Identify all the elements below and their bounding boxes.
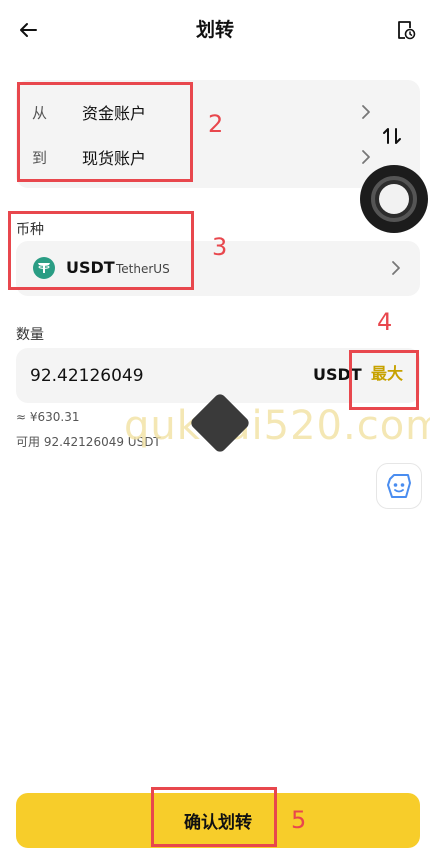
coin-symbol: USDT xyxy=(66,258,115,277)
ai-assistant-button[interactable] xyxy=(376,463,422,509)
page-title: 划转 xyxy=(195,19,234,41)
amount-unit: USDT xyxy=(313,365,362,384)
header: 划转 xyxy=(0,0,430,60)
tether-symbol-icon xyxy=(38,263,50,273)
tether-icon xyxy=(33,257,55,279)
coin-full-name: TetherUS xyxy=(116,262,170,276)
max-button[interactable]: 最大 xyxy=(371,362,403,386)
from-label: 从 xyxy=(32,103,48,122)
approx-value: ≈ ¥630.31 xyxy=(16,410,80,424)
robot-face-icon xyxy=(387,474,411,498)
confirm-transfer-button[interactable]: 确认划转 xyxy=(16,793,420,848)
from-account-row[interactable]: 从 资金账户 xyxy=(16,92,376,132)
assistive-touch-dot xyxy=(379,184,409,214)
chevron-right-icon xyxy=(392,261,400,275)
amount-input[interactable] xyxy=(30,361,280,391)
to-account-name: 现货账户 xyxy=(82,149,147,168)
chevron-right-icon xyxy=(362,150,370,164)
chevron-right-icon xyxy=(362,105,370,119)
history-button[interactable] xyxy=(392,16,420,44)
swap-accounts-button[interactable] xyxy=(378,124,406,148)
assistive-touch-button[interactable] xyxy=(360,165,428,233)
amount-section-label: 数量 xyxy=(16,327,44,343)
to-label: 到 xyxy=(32,148,48,167)
swap-vertical-icon xyxy=(383,128,401,144)
annotation-number-4: 4 xyxy=(377,308,393,336)
to-account-row[interactable]: 到 现货账户 xyxy=(16,137,376,177)
watermark: qukuai520.com xyxy=(124,403,430,449)
assistive-touch-ring xyxy=(371,176,417,222)
annotation-number-5: 5 xyxy=(291,806,307,834)
document-clock-icon xyxy=(398,21,416,40)
coin-section-label: 币种 xyxy=(16,222,44,238)
annotation-number-3: 3 xyxy=(212,233,228,261)
annotation-number-2: 2 xyxy=(208,110,224,138)
